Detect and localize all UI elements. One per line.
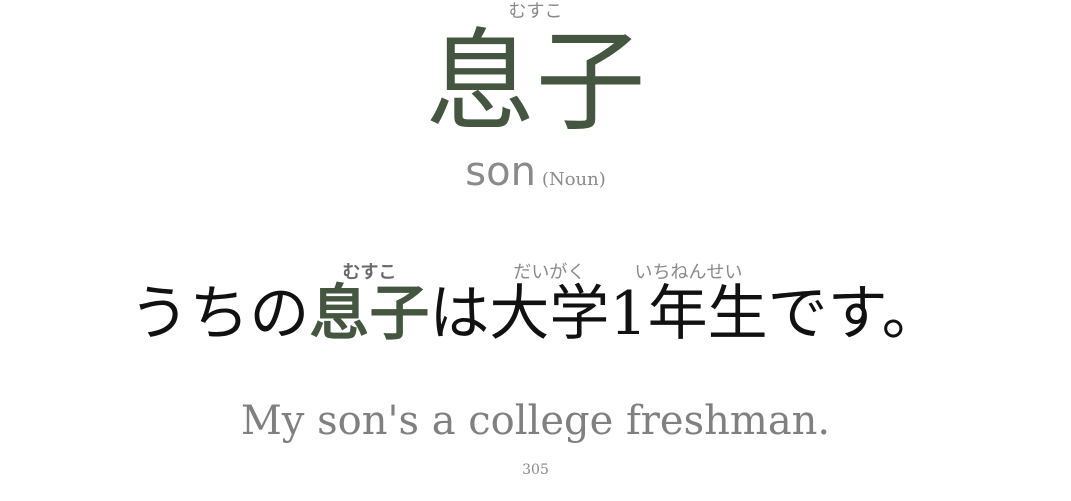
- page-number: 305: [522, 462, 549, 478]
- ichinensei-word: 1年生: [609, 279, 768, 349]
- target-word-reading: むすこ: [309, 262, 430, 283]
- daigaku-word: 大学: [489, 279, 610, 349]
- part-of-speech: (Noun): [541, 169, 606, 190]
- daigaku-ruby: 大学だいがく: [489, 262, 610, 349]
- sentence-ending: です。: [767, 279, 942, 349]
- target-word: 息子: [309, 279, 430, 349]
- headword: 息子: [425, 18, 646, 146]
- example-sentence: うちの息子むすこは大学だいがく1年生いちねんせいです。: [0, 262, 1071, 352]
- sentence-prefix: うちの: [129, 279, 310, 349]
- example-translation: My son's a college freshman.: [240, 398, 831, 444]
- gloss-row: son (Noun): [0, 148, 1071, 204]
- target-word-ruby: 息子むすこ: [309, 262, 430, 349]
- english-gloss: son: [465, 149, 536, 195]
- ichinensei-ruby: 1年生いちねんせい: [609, 262, 768, 349]
- topic-particle: は: [429, 279, 490, 349]
- ichinensei-reading: いちねんせい: [609, 262, 768, 283]
- daigaku-reading: だいがく: [489, 262, 610, 283]
